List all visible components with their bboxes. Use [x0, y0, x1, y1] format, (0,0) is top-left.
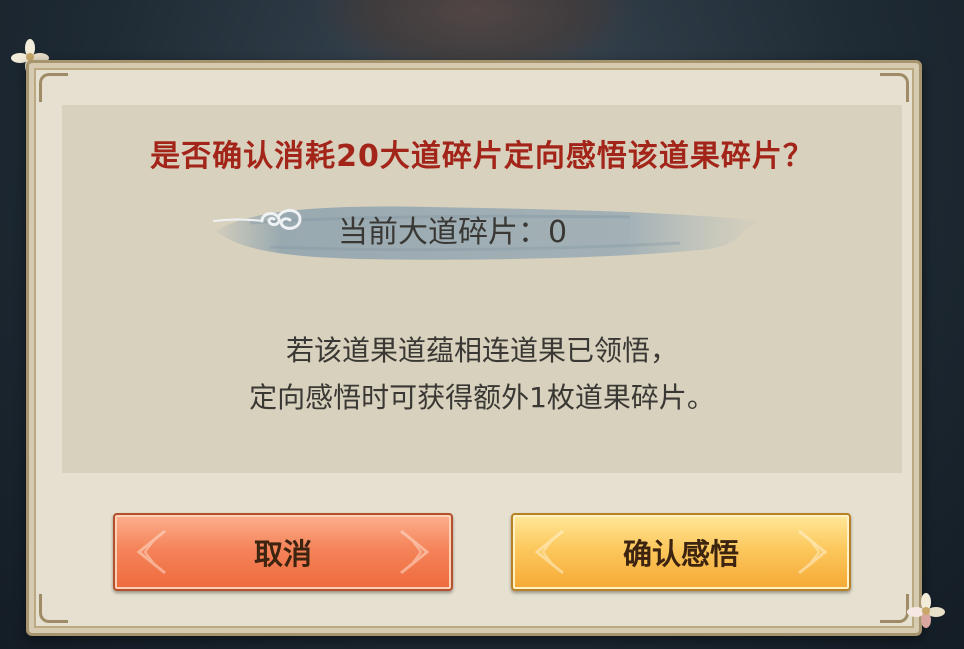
swirl-cloud-icon: [213, 209, 302, 230]
fragment-count-value: 0: [548, 215, 568, 250]
description-line-1: 若该道果道蕴相连道果已领悟，: [285, 334, 678, 367]
frame-corner: [880, 73, 909, 102]
cancel-button[interactable]: 取消: [113, 513, 453, 591]
button-ornament-icon: [798, 529, 828, 575]
button-ornament-icon: [534, 529, 564, 575]
fragment-count-text: 当前大道碎片：0: [338, 215, 567, 251]
description-line-2: 定向感悟时可获得额外1枚道果碎片。: [249, 381, 715, 414]
frame-corner: [880, 594, 909, 623]
confirm-dialog: 是否确认消耗20大道碎片定向感悟该道果碎片？ 当前大道碎片：0 若该道果道蕴相连…: [26, 60, 922, 636]
fragment-banner: 当前大道碎片：0: [210, 201, 770, 265]
button-ornament-icon: [400, 529, 430, 575]
frame-corner: [39, 594, 68, 623]
cancel-button-label: 取消: [253, 537, 312, 571]
confirm-button-label: 确认感悟: [622, 537, 739, 571]
fragment-count-label: 当前大道碎片：: [338, 215, 548, 250]
dialog-title: 是否确认消耗20大道碎片定向感悟该道果碎片？: [150, 139, 814, 174]
dialog-content-panel: 是否确认消耗20大道碎片定向感悟该道果碎片？ 当前大道碎片：0 若该道果道蕴相连…: [62, 105, 902, 473]
flower-ornament-icon: [907, 593, 945, 628]
button-ornament-icon: [136, 529, 166, 575]
confirm-insight-button[interactable]: 确认感悟: [511, 513, 851, 591]
frame-corner: [39, 73, 68, 102]
dialog-description: 若该道果道蕴相连道果已领悟， 定向感悟时可获得额外1枚道果碎片。: [62, 327, 902, 421]
